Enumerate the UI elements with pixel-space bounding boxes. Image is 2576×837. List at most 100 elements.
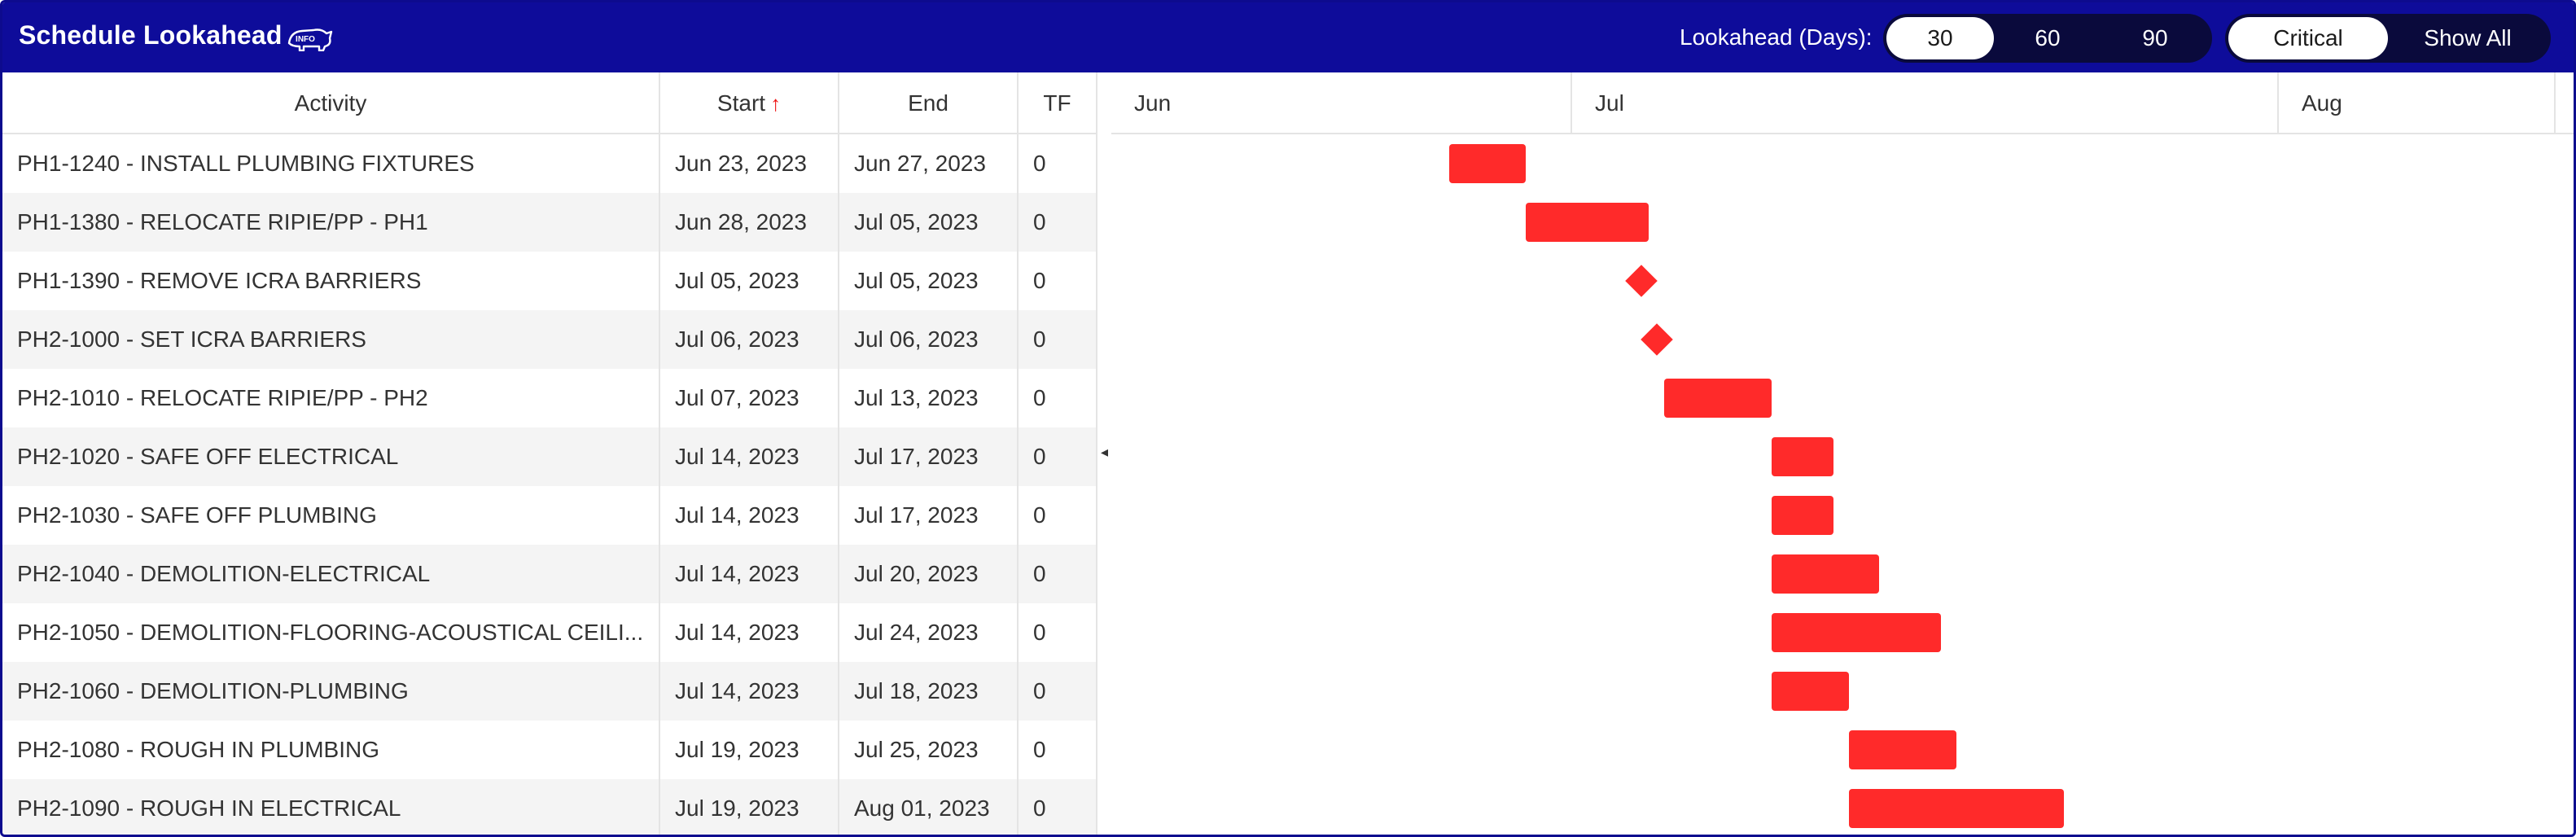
task-bar[interactable] [1772, 554, 1880, 594]
month-label-jun: Jun [1111, 72, 1572, 134]
task-bar[interactable] [1772, 613, 1941, 652]
start-date-cell: Jul 07, 2023 [660, 369, 839, 427]
end-date-cell: Jul 05, 2023 [839, 193, 1019, 252]
schedule-lookahead-panel: Schedule Lookahead INFO Lookahead (Days)… [0, 0, 2576, 837]
table-row[interactable]: PH2-1010 - RELOCATE RIPIE/PP - PH2 Jul 07… [2, 369, 1097, 427]
total-float-cell: 0 [1019, 545, 1097, 603]
start-date-cell: Jul 06, 2023 [660, 310, 839, 369]
column-label: Activity [294, 90, 367, 116]
table-row[interactable]: PH2-1030 - SAFE OFF PLUMBING Jul 14, 2023… [2, 486, 1097, 545]
table-row[interactable]: PH1-1390 - REMOVE ICRA BARRIERS Jul 05, 2… [2, 252, 1097, 310]
pane-splitter[interactable]: ◂ [1097, 72, 1111, 835]
critical-button[interactable]: Critical [2228, 17, 2388, 59]
activity-cell: PH2-1060 - DEMOLITION-PLUMBING [2, 662, 660, 721]
gantt-chart [1111, 134, 2574, 835]
start-date-cell: Jul 05, 2023 [660, 252, 839, 310]
table-row[interactable]: PH2-1040 - DEMOLITION-ELECTRICAL Jul 14, … [2, 545, 1097, 603]
activity-cell: PH2-1000 - SET ICRA BARRIERS [2, 310, 660, 369]
activity-cell: PH2-1080 - ROUGH IN PLUMBING [2, 721, 660, 779]
svg-text:INFO: INFO [296, 35, 315, 44]
milestone-marker[interactable] [1625, 265, 1658, 297]
end-date-cell: Jul 13, 2023 [839, 369, 1019, 427]
activity-cell: PH1-1240 - INSTALL PLUMBING FIXTURES [2, 134, 660, 193]
task-bar[interactable] [1848, 789, 2064, 828]
month-label-aug: Aug [2279, 72, 2556, 134]
task-bar[interactable] [1848, 730, 1956, 769]
lookahead-label: Lookahead (Days): [1680, 24, 1873, 50]
total-float-cell: 0 [1019, 427, 1097, 486]
table-row[interactable]: PH2-1050 - DEMOLITION-FLOORING-ACOUSTICA… [2, 603, 1097, 662]
total-float-cell: 0 [1019, 486, 1097, 545]
table-row[interactable]: PH2-1090 - ROUGH IN ELECTRICAL Jul 19, 20… [2, 779, 1097, 835]
days-30-button[interactable]: 30 [1886, 17, 1994, 59]
start-date-cell: Jul 14, 2023 [660, 603, 839, 662]
start-date-cell: Jul 19, 2023 [660, 721, 839, 779]
gantt-timeline-header: Jun Jul Aug [1111, 72, 2574, 134]
column-label: TF [1043, 90, 1071, 116]
month-label-jul: Jul [1572, 72, 2279, 134]
total-float-cell: 0 [1019, 310, 1097, 369]
activity-cell: PH2-1040 - DEMOLITION-ELECTRICAL [2, 545, 660, 603]
column-label: Start [716, 90, 766, 116]
end-date-cell: Jun 27, 2023 [839, 134, 1019, 193]
end-date-cell: Jul 20, 2023 [839, 545, 1019, 603]
lookahead-days-toggle: 30 60 90 [1883, 14, 2212, 63]
sort-ascending-icon: ↑ [770, 91, 782, 116]
total-float-cell: 0 [1019, 603, 1097, 662]
days-90-button[interactable]: 90 [2101, 17, 2209, 59]
table-row[interactable]: PH2-1000 - SET ICRA BARRIERS Jul 06, 2023… [2, 310, 1097, 369]
milestone-marker[interactable] [1640, 323, 1673, 356]
total-float-cell: 0 [1019, 252, 1097, 310]
days-60-button[interactable]: 60 [1994, 17, 2101, 59]
column-header-activity[interactable]: Activity [2, 72, 660, 134]
critical-filter-toggle: Critical Show All [2225, 14, 2551, 63]
activity-cell: PH2-1010 - RELOCATE RIPIE/PP - PH2 [2, 369, 660, 427]
table-row[interactable]: PH1-1240 - INSTALL PLUMBING FIXTURES Jun … [2, 134, 1097, 193]
end-date-cell: Jul 17, 2023 [839, 427, 1019, 486]
activity-cell: PH2-1030 - SAFE OFF PLUMBING [2, 486, 660, 545]
table-header: Activity Start ↑ End TF [2, 72, 1097, 134]
collapse-left-icon[interactable]: ◂ [1101, 444, 1108, 461]
column-label: End [908, 90, 948, 116]
table-row[interactable]: PH2-1060 - DEMOLITION-PLUMBING Jul 14, 20… [2, 662, 1097, 721]
column-header-start[interactable]: Start ↑ [660, 72, 839, 134]
activity-cell: PH2-1050 - DEMOLITION-FLOORING-ACOUSTICA… [2, 603, 660, 662]
end-date-cell: Jul 24, 2023 [839, 603, 1019, 662]
total-float-cell: 0 [1019, 721, 1097, 779]
end-date-cell: Aug 01, 2023 [839, 779, 1019, 835]
task-bar[interactable] [1526, 203, 1649, 242]
start-date-cell: Jul 19, 2023 [660, 779, 839, 835]
end-date-cell: Jul 06, 2023 [839, 310, 1019, 369]
activity-cell: PH2-1090 - ROUGH IN ELECTRICAL [2, 779, 660, 835]
start-date-cell: Jul 14, 2023 [660, 427, 839, 486]
end-date-cell: Jul 17, 2023 [839, 486, 1019, 545]
top-bar: Schedule Lookahead INFO Lookahead (Days)… [2, 2, 2574, 72]
column-header-end[interactable]: End [839, 72, 1019, 134]
table-row[interactable]: PH1-1380 - RELOCATE RIPIE/PP - PH1 Jun 28… [2, 193, 1097, 252]
total-float-cell: 0 [1019, 134, 1097, 193]
task-bar[interactable] [1772, 672, 1849, 711]
info-rhino-icon[interactable]: INFO [286, 24, 333, 51]
table-row[interactable]: PH2-1080 - ROUGH IN PLUMBING Jul 19, 2023… [2, 721, 1097, 779]
total-float-cell: 0 [1019, 662, 1097, 721]
end-date-cell: Jul 18, 2023 [839, 662, 1019, 721]
end-date-cell: Jul 25, 2023 [839, 721, 1019, 779]
total-float-cell: 0 [1019, 369, 1097, 427]
table-row[interactable]: PH2-1020 - SAFE OFF ELECTRICAL Jul 14, 20… [2, 427, 1097, 486]
activity-cell: PH2-1020 - SAFE OFF ELECTRICAL [2, 427, 660, 486]
task-bar[interactable] [1772, 496, 1833, 535]
activity-cell: PH1-1390 - REMOVE ICRA BARRIERS [2, 252, 660, 310]
start-date-cell: Jul 14, 2023 [660, 662, 839, 721]
activity-table-body: PH1-1240 - INSTALL PLUMBING FIXTURES Jun … [2, 134, 1097, 835]
task-bar[interactable] [1449, 144, 1527, 183]
column-header-tf[interactable]: TF [1019, 72, 1097, 134]
task-bar[interactable] [1664, 379, 1772, 418]
start-date-cell: Jun 28, 2023 [660, 193, 839, 252]
total-float-cell: 0 [1019, 193, 1097, 252]
task-bar[interactable] [1772, 437, 1833, 476]
end-date-cell: Jul 05, 2023 [839, 252, 1019, 310]
show-all-button[interactable]: Show All [2388, 17, 2548, 59]
start-date-cell: Jul 14, 2023 [660, 486, 839, 545]
start-date-cell: Jul 14, 2023 [660, 545, 839, 603]
page-title: Schedule Lookahead [19, 20, 283, 50]
